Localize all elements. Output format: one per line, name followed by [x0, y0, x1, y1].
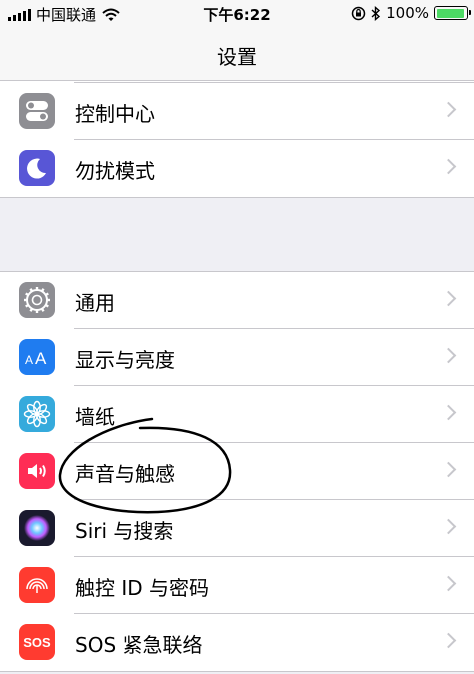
sos-icon: SOS	[19, 624, 55, 660]
orientation-lock-icon	[351, 6, 366, 20]
text-size-icon: AA	[19, 339, 55, 375]
battery-percent: 100%	[386, 4, 429, 22]
settings-row-siri[interactable]: Siri 与搜索	[0, 500, 474, 557]
flower-icon	[19, 396, 55, 432]
settings-row-label: 显示与亮度	[75, 348, 175, 372]
battery-icon	[434, 6, 471, 20]
chevron-right-icon	[440, 347, 457, 364]
chevron-right-icon	[440, 158, 457, 175]
control-center-icon	[19, 93, 55, 129]
settings-row-control-center[interactable]: 控制中心	[0, 83, 474, 140]
fingerprint-icon	[19, 567, 55, 603]
settings-row-label: 控制中心	[75, 102, 155, 126]
svg-text:A: A	[25, 353, 33, 367]
speaker-icon	[19, 453, 55, 489]
settings-row-label: 触控 ID 与密码	[75, 576, 210, 600]
settings-row-label: 墙纸	[75, 405, 115, 429]
settings-row-fingerprint[interactable]: 触控 ID 与密码	[0, 557, 474, 614]
svg-text:SOS: SOS	[23, 635, 51, 650]
chevron-right-icon	[440, 101, 457, 118]
svg-text:A: A	[35, 349, 47, 368]
settings-row-gear[interactable]: 通用	[0, 272, 474, 329]
battery-fill	[436, 8, 464, 18]
siri-icon	[19, 510, 55, 546]
settings-row-text-size[interactable]: A A 显示与亮度	[0, 329, 474, 386]
settings-row-flower[interactable]: 墙纸	[0, 386, 474, 443]
gear-icon	[19, 282, 55, 318]
settings-row-label: Siri 与搜索	[75, 519, 174, 543]
moon-icon	[19, 150, 55, 186]
settings-list[interactable]: 通知控制中心勿扰模式 通用AA显示与亮度墙纸声音与触感Siri 与搜索触控 ID…	[0, 81, 474, 674]
settings-row-speaker[interactable]: 声音与触感	[0, 443, 474, 500]
chevron-right-icon	[440, 461, 457, 478]
chevron-right-icon	[440, 404, 457, 421]
settings-row-label: SOS 紧急联络	[75, 633, 203, 657]
navigation-bar: 设置	[0, 26, 474, 81]
chevron-right-icon	[440, 632, 457, 649]
chevron-right-icon	[440, 518, 457, 535]
chevron-right-icon	[440, 290, 457, 307]
settings-row-label: 勿扰模式	[75, 159, 155, 183]
settings-row-label: 声音与触感	[75, 462, 175, 486]
settings-row-sos[interactable]: SOS SOS 紧急联络	[0, 614, 474, 671]
bluetooth-icon	[371, 5, 381, 21]
settings-group-1: 通知控制中心勿扰模式	[0, 81, 474, 198]
status-bar: 中国联通 下午6:22 100%	[0, 0, 474, 26]
page-title: 设置	[217, 45, 257, 69]
settings-row-moon[interactable]: 勿扰模式	[0, 140, 474, 197]
status-right: 100%	[351, 4, 471, 22]
chevron-right-icon	[440, 575, 457, 592]
settings-row-label: 通用	[75, 291, 115, 315]
settings-group-2: 通用 A A 显示与亮度墙纸声音与触感 Siri 与搜索触控 ID 与密码 SOS SOS …	[0, 271, 474, 672]
